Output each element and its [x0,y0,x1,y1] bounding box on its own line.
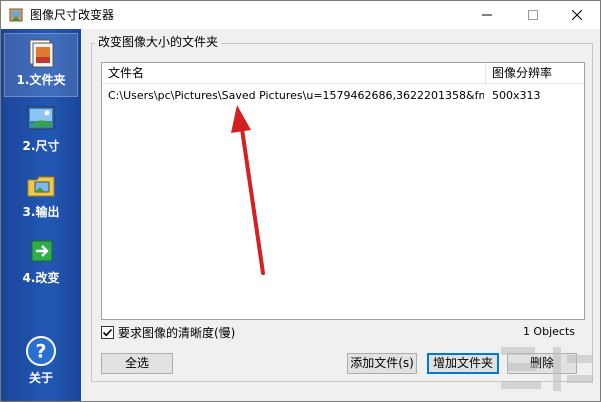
file-list[interactable]: 文件名 图像分辨率 C:\Users\pc\Pictures\Saved Pic… [101,62,585,320]
maximize-button[interactable] [510,1,556,29]
main-panel: 改变图像大小的文件夹 文件名 图像分辨率 C:\Users\pc\Picture… [81,29,600,401]
group-title: 改变图像大小的文件夹 [95,33,222,50]
sidebar-item-about[interactable]: ? 关于 [1,335,81,386]
window-title: 图像尺寸改变器 [30,8,115,22]
output-icon [27,176,55,197]
change-arrow-icon [31,240,53,262]
sidebar-item-label: 4.改变 [22,271,60,285]
object-count: 1 Objects [522,325,575,338]
add-folder-button[interactable]: 增加文件夹 [427,353,499,374]
checkmark-icon [102,328,113,337]
sidebar-item-output[interactable]: 3.输出 [1,169,81,220]
close-icon [572,10,582,20]
sidebar-item-size[interactable]: 2.尺寸 [1,103,81,154]
sidebar-item-folder[interactable]: 1.文件夹 [1,37,81,88]
title-bar[interactable]: 图像尺寸改变器 [1,1,600,29]
folder-icon [29,39,54,68]
app-icon [9,8,23,22]
column-header-filename[interactable]: 文件名 [102,63,486,84]
list-header: 文件名 图像分辨率 [102,63,584,84]
checkbox-box[interactable] [101,326,114,339]
table-row[interactable]: C:\Users\pc\Pictures\Saved Pictures\u=15… [102,87,584,105]
sidebar-item-label: 关于 [28,371,53,385]
maximize-icon [528,10,538,20]
sidebar-item-change[interactable]: 4.改变 [1,235,81,286]
sidebar-item-label: 1.文件夹 [16,73,66,87]
add-file-button[interactable]: 添加文件(s) [347,353,417,374]
file-path-cell: C:\Users\pc\Pictures\Saved Pictures\u=15… [108,89,484,102]
quality-checkbox-label: 要求图像的清晰度(慢) [118,326,236,340]
delete-button[interactable]: 删除 [507,353,577,374]
minimize-icon [482,14,492,16]
picture-icon [27,106,55,130]
svg-text:?: ? [35,341,46,363]
close-button[interactable] [554,1,600,29]
column-header-resolution[interactable]: 图像分辨率 [486,63,584,84]
resolution-cell: 500x313 [492,89,541,102]
help-icon: ? [26,336,56,366]
select-all-button[interactable]: 全选 [101,353,173,374]
quality-checkbox[interactable]: 要求图像的清晰度(慢) [101,324,235,341]
sidebar: 1.文件夹 2.尺寸 3.输出 4.改变 ? 关于 [1,29,81,401]
minimize-button[interactable] [464,1,510,29]
sidebar-item-label: 2.尺寸 [22,139,60,153]
app-window: 图像尺寸改变器 1.文件夹 2.尺寸 3.输出 4.改变 ? 关于 改变图像大小… [0,0,601,402]
sidebar-item-label: 3.输出 [22,205,60,219]
